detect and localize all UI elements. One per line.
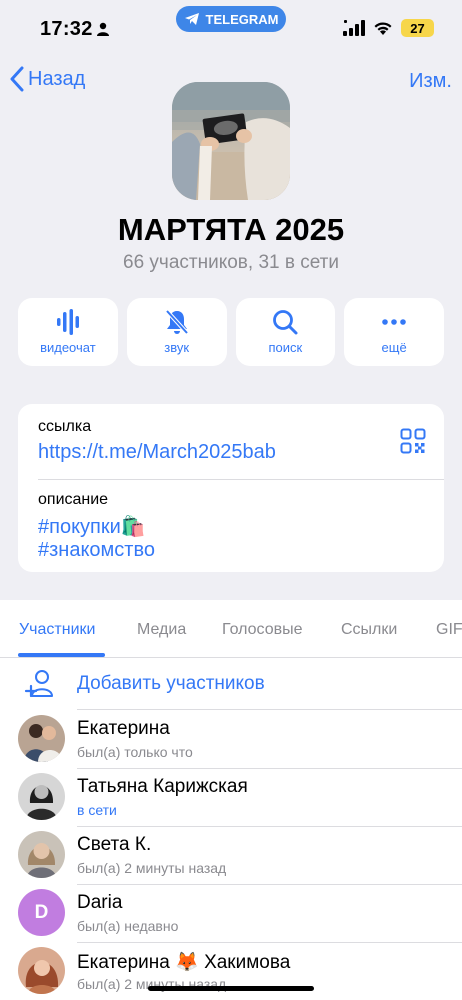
add-members-label: Добавить участников [77,673,265,694]
info-divider [38,479,444,480]
back-button[interactable]: Назад [10,66,85,92]
hashtag-shopping[interactable]: #покупки🛍️ [38,514,146,539]
status-bar: 17:32 TELEGRAM 27 [0,0,462,56]
status-icons: 27 [343,19,434,37]
search-button[interactable]: поиск [235,298,336,366]
search-icon [273,310,298,335]
group-title: МАРТЯТА 2025 [117,212,345,247]
member-row[interactable]: Екатерина 🦊 Хакимова был(а) 2 минуты наз… [0,942,462,1000]
search-label: поиск [268,340,303,355]
battery-indicator: 27 [401,19,434,37]
member-status: в сети [77,802,117,818]
tab-members[interactable]: Участники [19,621,95,639]
add-members-button[interactable]: Добавить участников [0,658,462,710]
member-name: Екатерина [77,718,170,739]
member-row[interactable]: Татьяна Карижская в сети [0,768,462,826]
tab-links[interactable]: Ссылки [341,621,397,639]
member-status: был(а) недавно [77,918,179,934]
member-status: был(а) только что [77,744,193,760]
more-icon [382,319,406,325]
tab-bar: Участники Медиа Голосовые Ссылки GIF [0,600,462,658]
chevron-left-icon [10,66,24,92]
avatar [18,831,65,878]
mute-label: звук [164,340,190,355]
member-row[interactable]: D Daria был(а) недавно [0,884,462,942]
tab-voice[interactable]: Голосовые [222,621,303,639]
hashtag-acquaintance[interactable]: #знакомство [38,539,155,562]
person-icon [96,22,110,41]
tab-gif[interactable]: GIF [436,621,462,639]
add-user-icon [24,670,53,698]
voice-chat-label: видеочат [40,340,96,355]
telegram-pill[interactable]: TELEGRAM [176,6,286,32]
bell-slash-icon [165,309,189,335]
avatar [18,715,65,762]
telegram-icon [184,13,199,25]
avatar [18,947,65,994]
avatar: D [18,889,65,936]
wifi-icon [374,21,392,35]
mute-button[interactable]: звук [126,298,227,366]
tab-media[interactable]: Медиа [137,621,186,639]
qr-code-button[interactable] [400,428,426,459]
more-button[interactable]: ещё [344,298,444,366]
voice-chat-icon [56,309,79,335]
home-indicator [148,986,314,991]
invite-link[interactable]: https://t.me/March2025bab [38,441,276,464]
members-section: Участники Медиа Голосовые Ссылки GIF Доб… [0,600,462,1000]
info-card: ссылка https://t.me/March2025bab описани… [18,404,444,572]
member-name: Татьяна Карижская [77,776,248,797]
group-subtitle: 66 участников, 31 в сети [123,252,339,273]
status-time: 17:32 [40,18,93,40]
avatar [18,773,65,820]
telegram-pill-label: TELEGRAM [205,11,279,27]
edit-button[interactable]: Изм. [409,70,452,93]
qr-code-icon [400,428,426,454]
back-label: Назад [28,67,86,90]
group-avatar[interactable] [172,82,290,200]
link-label: ссылка [38,418,92,435]
member-name: Екатерина 🦊 Хакимова [77,952,291,973]
voice-chat-button[interactable]: видеочат [18,298,118,366]
member-name: Daria [77,892,123,913]
member-name: Света К. [77,834,152,855]
avatar-initial: D [18,889,65,936]
member-row[interactable]: Света К. был(а) 2 минуты назад [0,826,462,884]
member-row[interactable]: Екатерина был(а) только что [0,710,462,768]
member-status: был(а) 2 минуты назад [77,860,227,876]
cellular-signal-icon [343,20,365,36]
more-label: ещё [381,340,407,355]
action-row: видеочат звук поиск ещё [18,298,444,366]
description-label: описание [38,491,109,508]
